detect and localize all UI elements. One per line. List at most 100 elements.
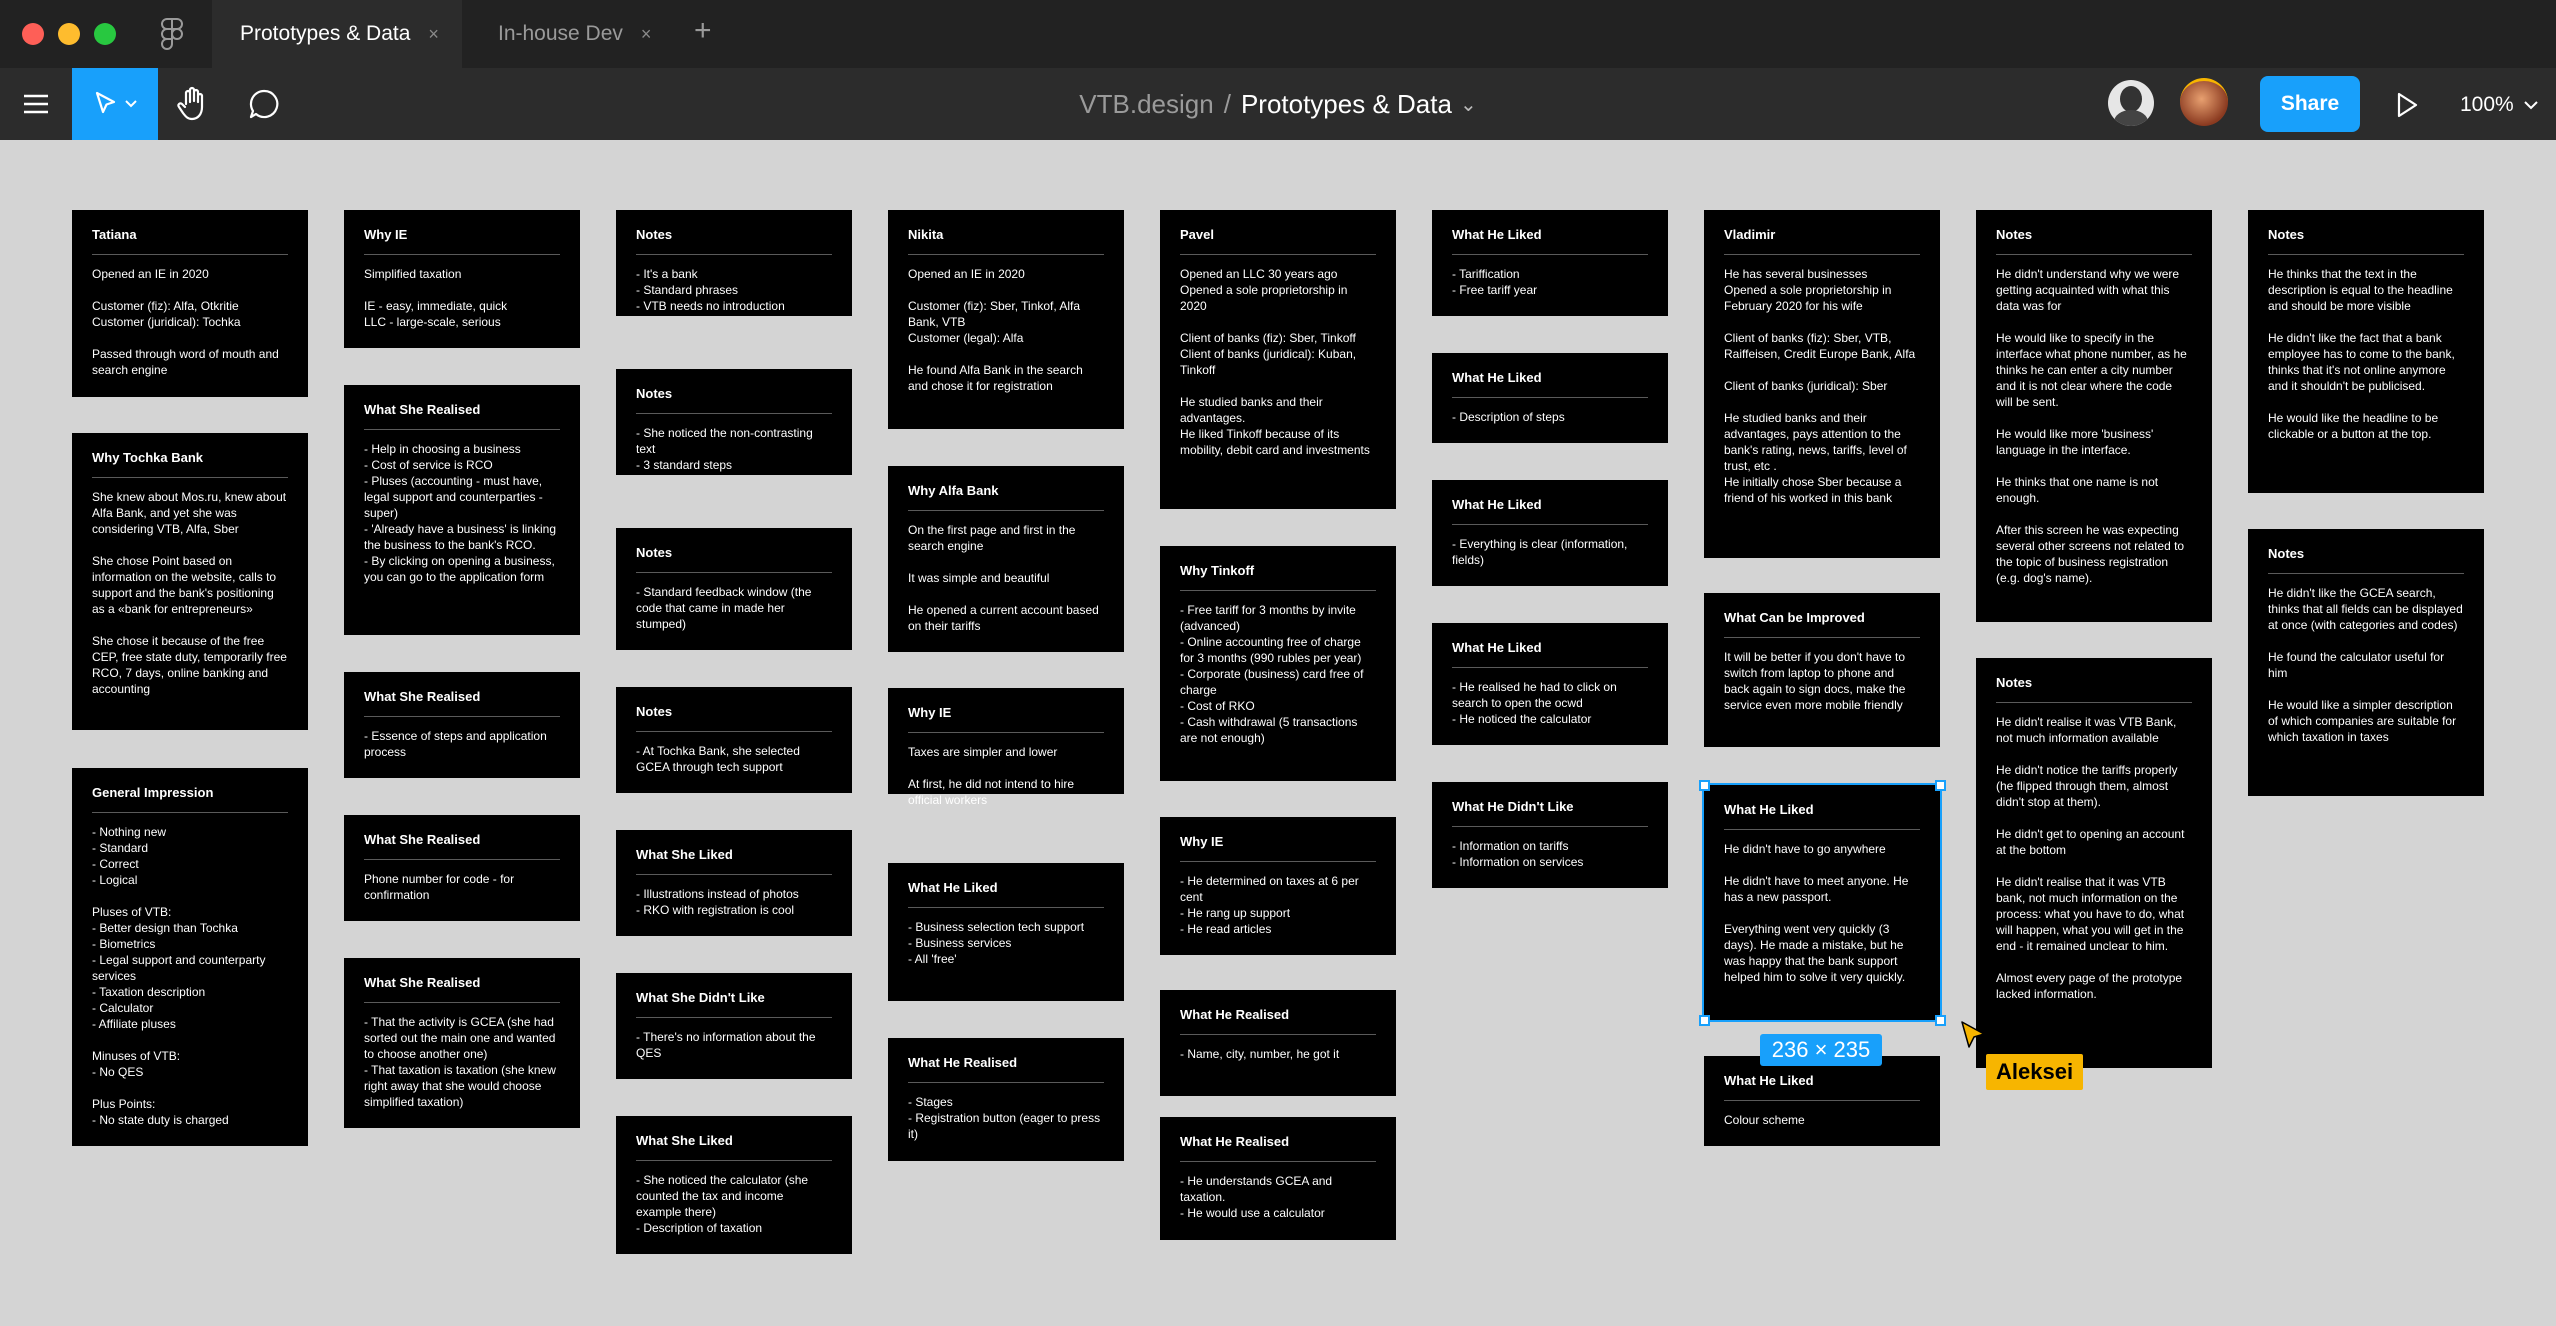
multiplayer-cursor-label: Aleksei <box>1986 1054 2084 1090</box>
resize-handle-bottom-right[interactable] <box>1935 1015 1946 1026</box>
card-title: Nikita <box>908 227 1104 255</box>
card-body: - Help in choosing a business - Cost of … <box>364 442 557 584</box>
sticky-card[interactable]: What He Liked - Business selection tech … <box>888 863 1124 1001</box>
sticky-card[interactable]: What He Liked Colour scheme <box>1704 1056 1940 1146</box>
move-tool-button[interactable] <box>72 68 158 140</box>
sticky-card[interactable]: Why IE Simplified taxation IE - easy, im… <box>344 210 580 348</box>
sticky-card[interactable]: Notes - She noticed the non-contrasting … <box>616 369 852 475</box>
hand-tool-button[interactable] <box>170 68 216 140</box>
resize-handle-bottom-left[interactable] <box>1699 1015 1710 1026</box>
hand-tool-icon <box>177 86 204 121</box>
sticky-card[interactable]: What She Realised - Help in choosing a b… <box>344 385 580 635</box>
card-title: Why Alfa Bank <box>908 483 1104 511</box>
sticky-card[interactable]: What Can be Improved It will be better i… <box>1704 593 1940 747</box>
sticky-card[interactable]: Pavel Opened an LLC 30 years ago Opened … <box>1160 210 1396 509</box>
card-title: What He Liked <box>1724 1073 1920 1101</box>
tab-prototypes-data[interactable]: Prototypes & Data × <box>212 0 462 68</box>
card-body: - Tariffication - Free tariff year <box>1452 267 1538 297</box>
share-button[interactable]: Share <box>2260 76 2360 132</box>
card-body: Opened an IE in 2020 Customer (fiz): Alf… <box>92 267 279 377</box>
sticky-card[interactable]: What She Realised - Essence of steps and… <box>344 672 580 778</box>
sticky-card[interactable]: Notes He didn't understand why we were g… <box>1976 210 2212 622</box>
sticky-card[interactable]: What She Didn't Like - There's no inform… <box>616 973 852 1079</box>
card-title: What He Liked <box>1452 370 1648 398</box>
card-title: Notes <box>636 227 832 255</box>
avatar[interactable] <box>2108 80 2154 126</box>
zoom-dropdown[interactable]: 100% <box>2460 88 2538 122</box>
sticky-card[interactable]: Why Alfa Bank On the first page and firs… <box>888 466 1124 652</box>
avatar[interactable] <box>2180 78 2228 126</box>
sticky-card[interactable]: What He Realised - He understands GCEA a… <box>1160 1117 1396 1240</box>
sticky-card[interactable]: What She Realised Phone number for code … <box>344 815 580 921</box>
sticky-card[interactable]: Vladimir He has several businesses Opene… <box>1704 210 1940 558</box>
card-title: Pavel <box>1180 227 1376 255</box>
sticky-card[interactable]: What He Realised - Name, city, number, h… <box>1160 990 1396 1096</box>
sticky-card[interactable]: Notes He didn't like the GCEA search, th… <box>2248 529 2484 796</box>
card-body: She knew about Mos.ru, knew about Alfa B… <box>92 490 287 696</box>
present-button[interactable] <box>2390 88 2424 122</box>
main-menu-button[interactable] <box>16 68 56 140</box>
page-title[interactable]: Prototypes & Data <box>1241 89 1452 120</box>
card-body: Phone number for code - for confirmation <box>364 872 515 902</box>
sticky-card[interactable]: Notes He didn't realise it was VTB Bank,… <box>1976 658 2212 1068</box>
sticky-card-selected[interactable]: What He Liked He didn't have to go anywh… <box>1702 783 1942 1022</box>
figma-logo-icon[interactable] <box>160 18 184 50</box>
card-title: What He Realised <box>1180 1007 1376 1035</box>
resize-handle-top-left[interactable] <box>1699 780 1710 791</box>
sticky-card[interactable]: What She Liked - Illustrations instead o… <box>616 830 852 936</box>
sticky-card[interactable]: Why Tochka Bank She knew about Mos.ru, k… <box>72 433 308 730</box>
sticky-card[interactable]: What He Liked - Tariffication - Free tar… <box>1432 210 1668 316</box>
tab-label: Prototypes & Data <box>240 22 411 45</box>
close-icon[interactable]: × <box>641 24 652 45</box>
card-title: Why Tochka Bank <box>92 450 288 478</box>
sticky-card[interactable]: General Impression - Nothing new - Stand… <box>72 768 308 1146</box>
sticky-card[interactable]: Notes - It's a bank - Standard phrases -… <box>616 210 852 316</box>
sticky-card[interactable]: What She Liked - She noticed the calcula… <box>616 1116 852 1254</box>
breadcrumb-team[interactable]: VTB.design <box>1079 89 1213 120</box>
window-close-button[interactable] <box>22 23 44 45</box>
tab-in-house-dev[interactable]: In-house Dev × <box>470 0 670 68</box>
window-zoom-button[interactable] <box>94 23 116 45</box>
card-title: General Impression <box>92 785 288 813</box>
card-body: It will be better if you don't have to s… <box>1724 650 1906 712</box>
sticky-card[interactable]: Notes He thinks that the text in the des… <box>2248 210 2484 493</box>
sticky-card[interactable]: Why Tinkoff - Free tariff for 3 months b… <box>1160 546 1396 781</box>
breadcrumb-separator: / <box>1223 88 1231 119</box>
sticky-card[interactable]: What He Liked - Everything is clear (inf… <box>1432 480 1668 586</box>
sticky-card[interactable]: Notes - At Tochka Bank, she selected GCE… <box>616 687 852 793</box>
comment-tool-button[interactable] <box>242 68 286 140</box>
sticky-card[interactable]: What She Realised - That the activity is… <box>344 958 580 1128</box>
card-body: - At Tochka Bank, she selected GCEA thro… <box>636 744 800 774</box>
close-icon[interactable]: × <box>428 24 439 45</box>
sticky-card[interactable]: Nikita Opened an IE in 2020 Customer (fi… <box>888 210 1124 429</box>
resize-handle-top-right[interactable] <box>1935 780 1946 791</box>
sticky-card[interactable]: Notes - Standard feedback window (the co… <box>616 528 852 650</box>
sticky-card[interactable]: What He Didn't Like - Information on tar… <box>1432 782 1668 888</box>
card-title: Why IE <box>1180 834 1376 862</box>
card-body: - Essence of steps and application proce… <box>364 729 547 759</box>
move-tool-icon <box>95 91 116 114</box>
new-tab-button[interactable]: + <box>694 14 712 48</box>
card-title: What He Liked <box>908 880 1104 908</box>
card-body: Simplified taxation IE - easy, immediate… <box>364 267 508 329</box>
window-minimize-button[interactable] <box>58 23 80 45</box>
card-title: What She Realised <box>364 689 560 717</box>
sticky-card[interactable]: What He Realised - Stages - Registration… <box>888 1038 1124 1161</box>
card-title: What He Realised <box>908 1055 1104 1083</box>
sticky-card[interactable]: Why IE Taxes are simpler and lower At fi… <box>888 688 1124 807</box>
card-body: Taxes are simpler and lower At first, he… <box>908 745 1075 807</box>
card-body: - Free tariff for 3 months by invite (ad… <box>1180 603 1364 745</box>
card-body: - She noticed the calculator (she counte… <box>636 1173 809 1235</box>
card-body: - She noticed the non-contrasting text -… <box>636 426 813 472</box>
sticky-card[interactable]: What He Liked - Description of steps <box>1432 353 1668 443</box>
canvas[interactable]: Tatiana Opened an IE in 2020 Customer (f… <box>0 140 2556 1326</box>
chevron-down-icon[interactable]: ⌄ <box>1460 92 1477 117</box>
card-title: What She Liked <box>636 1133 832 1161</box>
card-title: What He Liked <box>1452 640 1648 668</box>
card-body: - It's a bank - Standard phrases - VTB n… <box>636 267 785 313</box>
sticky-card[interactable]: What He Liked - He realised he had to cl… <box>1432 623 1668 745</box>
sticky-card[interactable]: Tatiana Opened an IE in 2020 Customer (f… <box>72 210 308 397</box>
selection-size-badge: 236 × 235 <box>1760 1034 1882 1066</box>
sticky-card[interactable]: Why IE - He determined on taxes at 6 per… <box>1160 817 1396 955</box>
card-body: - He realised he had to click on search … <box>1452 680 1617 726</box>
